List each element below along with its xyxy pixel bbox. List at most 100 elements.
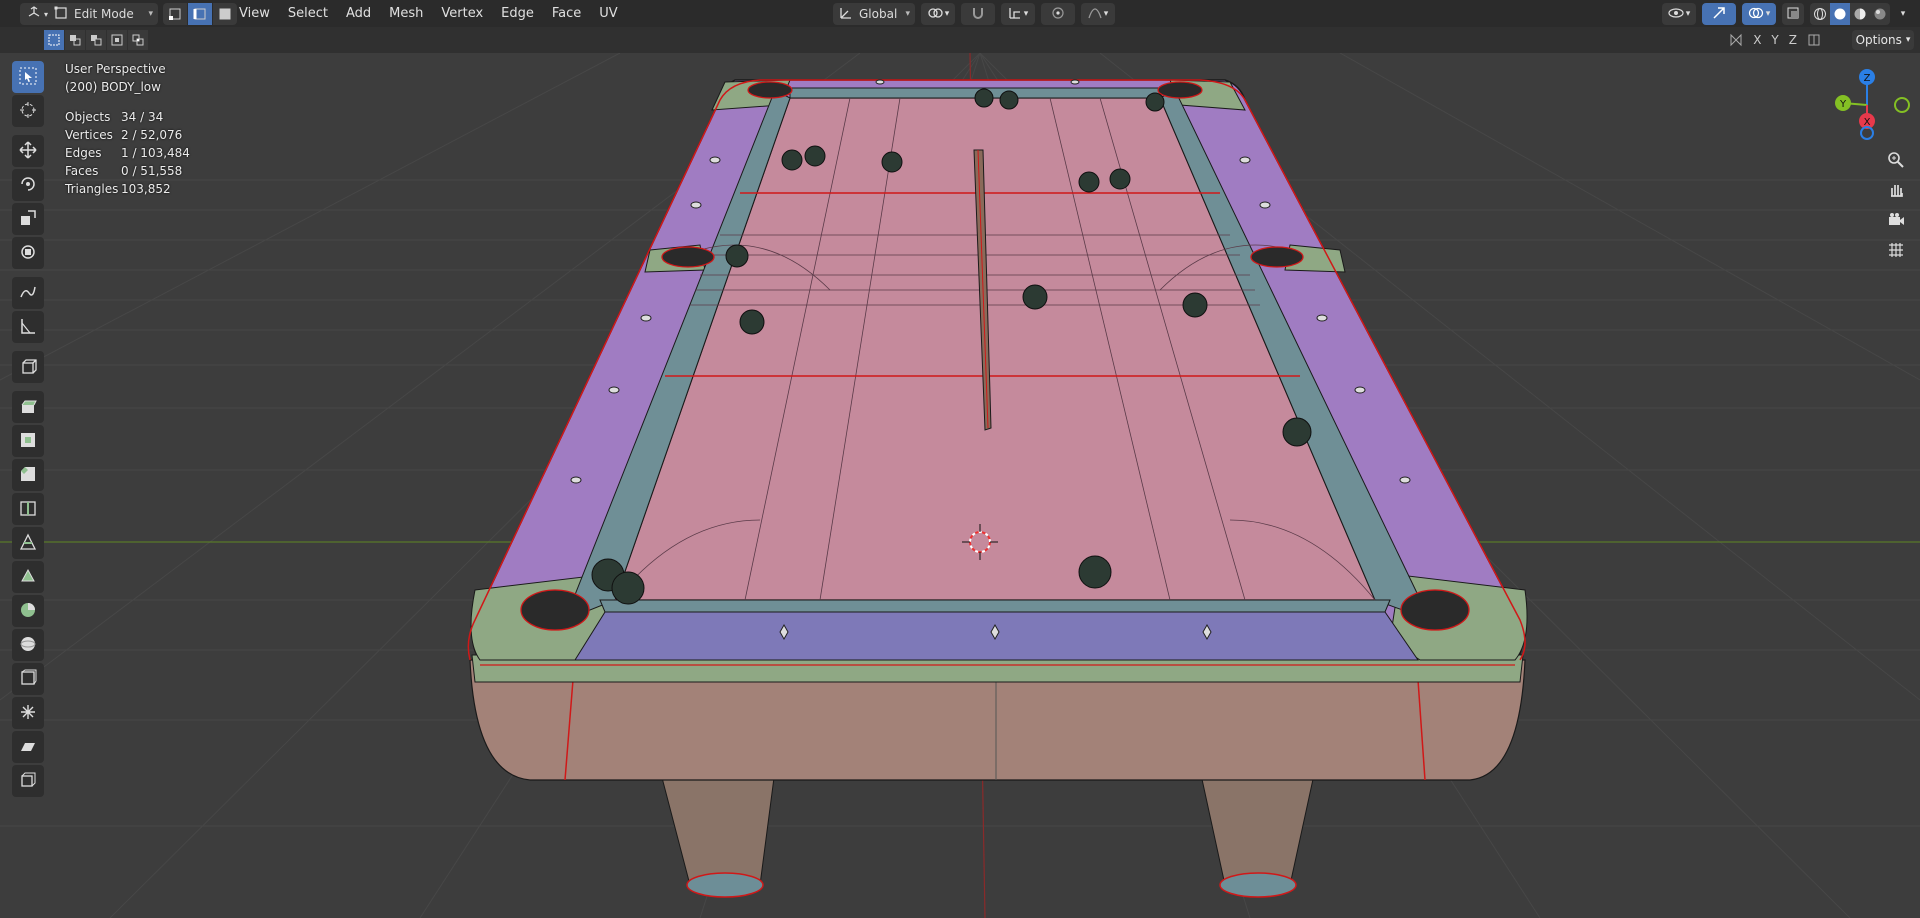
rendered-shading-icon[interactable] (1870, 3, 1890, 25)
menu-uv[interactable]: UV (590, 6, 626, 21)
mirror-y-toggle[interactable]: Y (1767, 30, 1782, 50)
select-intersect-icon[interactable] (128, 30, 148, 50)
add-cube-tool[interactable] (12, 351, 44, 383)
inset-tool[interactable] (12, 425, 44, 457)
chevron-down-icon: ▾ (1905, 35, 1911, 45)
vertex-select-button[interactable] (163, 3, 187, 25)
inset-icon (19, 431, 37, 452)
menu-vertex[interactable]: Vertex (432, 6, 492, 21)
chevron-down-icon: ▾ (944, 9, 950, 19)
shear-tool[interactable] (12, 731, 44, 763)
3d-viewport[interactable]: User Perspective (200) BODY_low Objects 3… (0, 53, 1920, 918)
gizmo-toggle[interactable] (1702, 3, 1736, 25)
chevron-down-icon: ▾ (1685, 9, 1691, 19)
table-leg-right (1199, 769, 1316, 898)
bevel-tool[interactable] (12, 459, 44, 491)
edge-select-button[interactable] (188, 3, 212, 25)
move-tool[interactable] (12, 135, 44, 167)
selection-mode-group (44, 30, 149, 50)
select-invert-icon[interactable] (107, 30, 127, 50)
select-extend-icon[interactable] (65, 30, 85, 50)
edit-mode-icon (54, 6, 68, 23)
ortho-toggle-button[interactable] (1880, 237, 1912, 265)
mirror-x-toggle[interactable]: X (1749, 30, 1765, 50)
rip-icon (19, 771, 37, 792)
extrude-icon (19, 397, 37, 418)
spin-tool[interactable] (12, 595, 44, 627)
visibility-dropdown[interactable]: ▾ (1662, 3, 1696, 25)
table-leg-left (659, 769, 776, 898)
pivot-point-dropdown[interactable]: ▾ (921, 3, 955, 25)
shrink-fatten-tool[interactable] (12, 697, 44, 729)
edge-slide-tool[interactable] (12, 663, 44, 695)
snap-target-dropdown[interactable]: ▾ (1001, 3, 1035, 25)
cursor-tool[interactable] (12, 95, 44, 127)
stat-label: Triangles (65, 182, 119, 196)
add-cube-icon (19, 357, 37, 378)
menu-edge[interactable]: Edge (492, 6, 543, 21)
knife-tool[interactable] (12, 527, 44, 559)
navigation-gizmo[interactable]: Z Y X (1815, 63, 1915, 153)
transform-tool[interactable] (12, 237, 44, 269)
proportional-editing-toggle[interactable] (1041, 3, 1075, 25)
gizmo-arrow-icon (1712, 6, 1726, 23)
scale-tool[interactable] (12, 203, 44, 235)
orientation-icon (839, 6, 853, 23)
transform-orientation-dropdown[interactable]: Global ▾ (833, 3, 915, 25)
chevron-down-icon: ▾ (1103, 9, 1109, 19)
mirror-z-toggle[interactable]: Z (1785, 30, 1801, 50)
snap-increment-icon (1008, 6, 1022, 23)
spin-icon (19, 601, 37, 622)
hand-icon (1887, 181, 1905, 202)
pan-button[interactable] (1880, 177, 1912, 205)
eye-icon (1668, 7, 1684, 22)
menu-view[interactable]: View (230, 6, 279, 21)
material-shading-icon[interactable] (1850, 3, 1870, 25)
topology-mirror-icon[interactable] (1803, 30, 1825, 50)
active-object-name: (200) BODY_low (65, 80, 161, 94)
menu-bar: View Select Add Mesh Vertex Edge Face UV (230, 0, 627, 27)
menu-select[interactable]: Select (279, 6, 337, 21)
shear-icon (19, 737, 37, 758)
camera-view-button[interactable] (1880, 207, 1912, 235)
smooth-tool[interactable] (12, 629, 44, 661)
options-dropdown[interactable]: Options ▾ (1852, 30, 1914, 50)
camera-icon (1887, 211, 1905, 232)
scale-icon (19, 209, 37, 230)
select-new-icon[interactable] (44, 30, 64, 50)
stat-value: 0 / 51,558 (121, 164, 183, 178)
snap-toggle[interactable] (961, 3, 995, 25)
menu-add[interactable]: Add (337, 6, 380, 21)
pivot-icon (927, 6, 943, 23)
extrude-tool[interactable] (12, 391, 44, 423)
loop-cut-tool[interactable] (12, 493, 44, 525)
xray-toggle[interactable] (1782, 3, 1804, 25)
overlays-toggle[interactable]: ▾ (1742, 3, 1776, 25)
select-subtract-icon[interactable] (86, 30, 106, 50)
annotate-tool[interactable] (12, 277, 44, 309)
svg-text:X: X (1864, 117, 1871, 128)
poly-build-icon (19, 567, 37, 588)
grid-icon (1887, 241, 1905, 262)
solid-shading-icon[interactable] (1830, 3, 1850, 25)
shading-options-dropdown[interactable]: ▾ (1896, 3, 1910, 25)
loop-cut-icon (19, 499, 37, 520)
bevel-icon (19, 465, 37, 486)
stat-value: 1 / 103,484 (121, 146, 190, 160)
chevron-down-icon: ▾ (1023, 9, 1029, 19)
menu-mesh[interactable]: Mesh (380, 6, 432, 21)
measure-tool[interactable] (12, 311, 44, 343)
rotate-tool[interactable] (12, 169, 44, 201)
zoom-button[interactable] (1880, 147, 1912, 175)
magnifier-icon (1887, 151, 1905, 172)
wireframe-shading-icon[interactable] (1810, 3, 1830, 25)
mode-dropdown[interactable]: Edit Mode ▾ (48, 3, 158, 25)
select-box-tool[interactable] (12, 61, 44, 93)
falloff-curve-icon (1088, 6, 1102, 23)
viewport-header: ▾ Edit Mode ▾ View Select Add Mesh Verte… (0, 0, 1920, 27)
menu-face[interactable]: Face (543, 6, 590, 21)
poly-build-tool[interactable] (12, 561, 44, 593)
pencil-icon (19, 283, 37, 304)
falloff-dropdown[interactable]: ▾ (1081, 3, 1115, 25)
rip-region-tool[interactable] (12, 765, 44, 797)
